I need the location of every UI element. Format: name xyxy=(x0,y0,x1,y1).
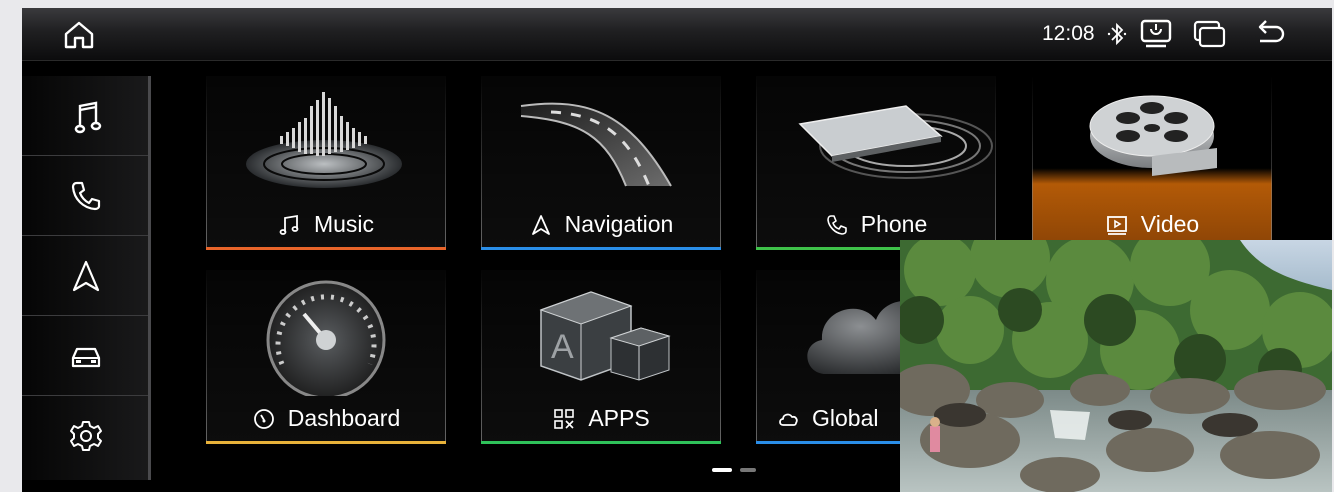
page-dot-active[interactable] xyxy=(712,468,732,472)
tile-video-label: Video xyxy=(1032,211,1272,238)
pip-video-player[interactable] xyxy=(900,240,1332,492)
apps-grid-icon xyxy=(554,408,575,429)
speedometer-art xyxy=(266,280,386,396)
music-note-icon xyxy=(74,101,102,133)
apps-cube-art: A xyxy=(539,291,671,381)
sidebar-item-phone[interactable] xyxy=(22,156,150,236)
tile-phone-label: Phone xyxy=(756,211,996,238)
recent-apps-icon[interactable] xyxy=(1192,18,1228,50)
film-reel-art xyxy=(1089,95,1217,176)
sidebar-item-vehicle[interactable] xyxy=(22,316,150,396)
music-equalizer-art xyxy=(246,92,402,188)
tile-apps-accent xyxy=(481,441,721,444)
tile-video[interactable]: Video xyxy=(1032,76,1272,250)
tile-apps-label: APPS xyxy=(481,405,721,432)
head-unit-screen: 12:08 Music Navigation Phone Video Dashb… xyxy=(22,8,1332,492)
phone-icon xyxy=(826,214,847,235)
bluetooth-icon xyxy=(1107,22,1127,46)
cloud-icon xyxy=(779,413,798,426)
car-icon xyxy=(71,347,101,367)
sidebar-item-music[interactable] xyxy=(22,76,150,156)
tile-navigation-accent xyxy=(481,247,721,250)
phone-wireless-art xyxy=(798,105,993,179)
page-dot[interactable] xyxy=(740,468,756,472)
phone-icon xyxy=(71,181,101,210)
tile-music-accent xyxy=(206,247,446,250)
video-play-icon xyxy=(1106,215,1127,235)
back-icon[interactable] xyxy=(1252,18,1288,50)
road-art xyxy=(520,102,672,187)
sidebar-item-navigation[interactable] xyxy=(22,236,150,316)
page-indicator xyxy=(712,468,772,474)
speedometer-icon xyxy=(253,408,274,429)
settings-gear-icon xyxy=(70,420,102,451)
tile-music[interactable]: Music xyxy=(206,76,446,250)
screen-mirror-icon[interactable] xyxy=(1138,18,1174,50)
tile-dashboard[interactable]: Dashboard xyxy=(206,270,446,444)
sidebar xyxy=(22,76,150,480)
tile-navigation-label: Navigation xyxy=(481,211,721,238)
tile-music-label: Music xyxy=(206,211,446,238)
navigation-arrow-icon xyxy=(531,214,550,235)
top-status-bar: 12:08 xyxy=(22,8,1332,61)
music-note-icon xyxy=(279,214,299,235)
pip-video-frame xyxy=(900,240,1332,492)
tile-apps[interactable]: A APPS xyxy=(481,270,721,444)
home-icon[interactable] xyxy=(62,20,96,50)
sidebar-item-settings[interactable] xyxy=(22,396,150,475)
sidebar-divider xyxy=(148,76,151,480)
tile-phone[interactable]: Phone xyxy=(756,76,996,250)
tile-dashboard-accent xyxy=(206,441,446,444)
tile-dashboard-label: Dashboard xyxy=(206,405,446,432)
tile-navigation[interactable]: Navigation xyxy=(481,76,721,250)
svg-text:A: A xyxy=(551,328,574,366)
clock-time: 12:08 xyxy=(1042,22,1095,45)
navigation-arrow-icon xyxy=(72,260,100,291)
